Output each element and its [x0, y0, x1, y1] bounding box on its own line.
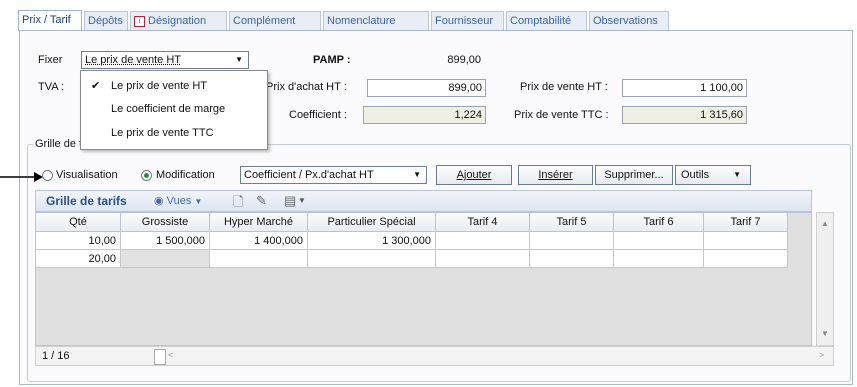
chevron-down-icon: ▼: [733, 170, 741, 179]
scroll-right-icon[interactable]: >: [819, 350, 824, 360]
column-header[interactable]: Tarif 6: [614, 213, 704, 232]
chevron-down-icon: ▼: [194, 197, 203, 206]
menu-item-label: Le coefficient de marge: [111, 103, 226, 115]
chevron-down-icon: ▼: [413, 170, 421, 179]
column-header[interactable]: Tarif 5: [530, 213, 614, 232]
column-header[interactable]: Tarif 7: [704, 213, 788, 232]
vues-button[interactable]: ◉ Vues ▼: [154, 194, 202, 207]
menu-item-label: Le prix de vente HT: [111, 80, 207, 92]
inserer-button[interactable]: Insérer: [518, 165, 593, 185]
tab-depots[interactable]: Dépôts: [84, 11, 128, 30]
menu-item-label: Le prix de vente TTC: [111, 127, 214, 139]
table-cell[interactable]: [530, 232, 614, 250]
tab-observations[interactable]: Observations: [589, 11, 669, 30]
tab-label: Comptabilité: [510, 15, 572, 27]
radio-modification-label: Modification: [156, 169, 215, 181]
scroll-left-icon[interactable]: <: [168, 350, 173, 360]
table-cell[interactable]: [614, 232, 704, 250]
chevron-down-icon: ▼: [235, 55, 243, 64]
grille-mode-value: Coefficient / Px.d'achat HT: [244, 169, 374, 181]
fixer-select-value: Le prix de vente HT: [85, 54, 181, 66]
outils-button[interactable]: Outils ▼: [675, 165, 751, 185]
prix-vente-ttc-field[interactable]: 1 315,60: [622, 106, 747, 124]
table-cell[interactable]: 1 300,000: [308, 232, 436, 250]
grid-vertical-scrollbar[interactable]: ▲ ▼: [816, 212, 834, 346]
pamp-value: 899,00: [447, 54, 481, 66]
table-cell[interactable]: [704, 232, 788, 250]
scroll-up-icon[interactable]: ▲: [821, 219, 829, 228]
prix-vente-ht-label: Prix de vente HT :: [520, 81, 608, 93]
table-cell[interactable]: 1 400,000: [210, 232, 308, 250]
table-cell[interactable]: [308, 250, 436, 268]
table-cell[interactable]: 20,00: [36, 250, 121, 268]
tab-label: Désignation: [148, 15, 207, 27]
tab-prix-tarif[interactable]: Prix / Tarif: [18, 10, 82, 31]
outils-label: Outils: [681, 169, 710, 181]
radio-visualisation[interactable]: [42, 170, 53, 181]
fixer-label: Fixer: [38, 54, 63, 66]
tab-complement[interactable]: Complément: [229, 11, 321, 30]
coefficient-label: Coefficient :: [289, 109, 347, 121]
tab-label: Complément: [233, 15, 296, 27]
column-header[interactable]: Tarif 4: [436, 213, 530, 232]
supprimer-button[interactable]: Supprimer...: [595, 165, 673, 185]
tab-label: Dépôts: [88, 15, 123, 27]
vues-label: Vues: [166, 195, 192, 207]
coefficient-field[interactable]: 1,224: [363, 106, 486, 124]
table-cell[interactable]: [436, 232, 530, 250]
check-icon: ✔: [91, 80, 101, 92]
ajouter-label: Ajouter: [456, 169, 492, 181]
table-cell[interactable]: [210, 250, 308, 268]
radio-modification[interactable]: [141, 170, 152, 181]
column-header[interactable]: Qté: [36, 213, 121, 232]
table-cell[interactable]: 1 500,000: [121, 232, 210, 250]
prix-vente-ttc-label: Prix de vente TTC :: [514, 109, 609, 121]
table-cell[interactable]: [436, 250, 530, 268]
eye-icon: ◉: [154, 195, 164, 207]
prix-achat-label: Prix d'achat HT :: [266, 81, 347, 93]
tab-fournisseur[interactable]: Fournisseur: [431, 11, 504, 30]
table-cell[interactable]: [530, 250, 614, 268]
scroll-down-icon[interactable]: ▼: [821, 329, 829, 338]
export-icon[interactable]: ✎: [256, 193, 267, 209]
grid-toolbar-title: Grille de tarifs: [46, 194, 127, 208]
grid-footer: 1 / 16 < >: [35, 346, 834, 366]
menu-item-prix-vente-ht[interactable]: ✔ Le prix de vente HT: [81, 76, 267, 96]
tva-label: TVA :: [38, 81, 65, 93]
table-cell[interactable]: [121, 250, 210, 268]
inserer-label: Insérer: [538, 169, 573, 181]
column-header[interactable]: Hyper Marché: [210, 213, 308, 232]
horizontal-scroll-thumb[interactable]: [154, 349, 166, 365]
prix-vente-ht-field[interactable]: 1 100,00: [622, 79, 747, 97]
fixer-select[interactable]: Le prix de vente HT ▼: [81, 51, 249, 69]
grid-toolbar: Grille de tarifs ◉ Vues ▼ 🗋 ✎ ▤ ▼: [35, 190, 812, 212]
menu-item-prix-vente-ttc[interactable]: Le prix de vente TTC: [81, 123, 267, 143]
chevron-down-icon[interactable]: ▼: [298, 196, 306, 205]
tab-label: Nomenclature: [327, 15, 396, 27]
prix-achat-field[interactable]: 899,00: [367, 79, 486, 97]
pointer-arrow-icon: [0, 172, 43, 182]
tarif-grid: Qté Grossiste Hyper Marché Particulier S…: [35, 212, 812, 346]
tab-label: Prix / Tarif: [22, 14, 71, 26]
pamp-label: PAMP :: [313, 54, 351, 66]
menu-item-coefficient-marge[interactable]: Le coefficient de marge: [81, 99, 267, 119]
grille-mode-select[interactable]: Coefficient / Px.d'achat HT ▼: [240, 166, 427, 184]
ajouter-button[interactable]: Ajouter: [436, 165, 512, 185]
radio-visualisation-label: Visualisation: [56, 169, 118, 181]
table-cell[interactable]: [614, 250, 704, 268]
supprimer-label: Supprimer...: [604, 169, 664, 181]
tab-label: Observations: [593, 15, 658, 27]
tab-label: Fournisseur: [435, 15, 494, 27]
tab-comptabilite[interactable]: Comptabilité: [506, 11, 587, 30]
pager-label: 1 / 16: [42, 350, 70, 362]
column-header[interactable]: Particulier Spécial: [308, 213, 436, 232]
tab-designation[interactable]: i Désignation: [130, 11, 227, 30]
column-header[interactable]: Grossiste: [121, 213, 210, 232]
fixer-dropdown-menu: ✔ Le prix de vente HT Le coefficient de …: [80, 70, 268, 150]
table-cell[interactable]: 10,00: [36, 232, 121, 250]
clipboard-icon[interactable]: ▤: [284, 193, 296, 209]
table-cell[interactable]: [704, 250, 788, 268]
tab-nomenclature[interactable]: Nomenclature: [323, 11, 429, 30]
document-icon: i: [134, 15, 145, 27]
